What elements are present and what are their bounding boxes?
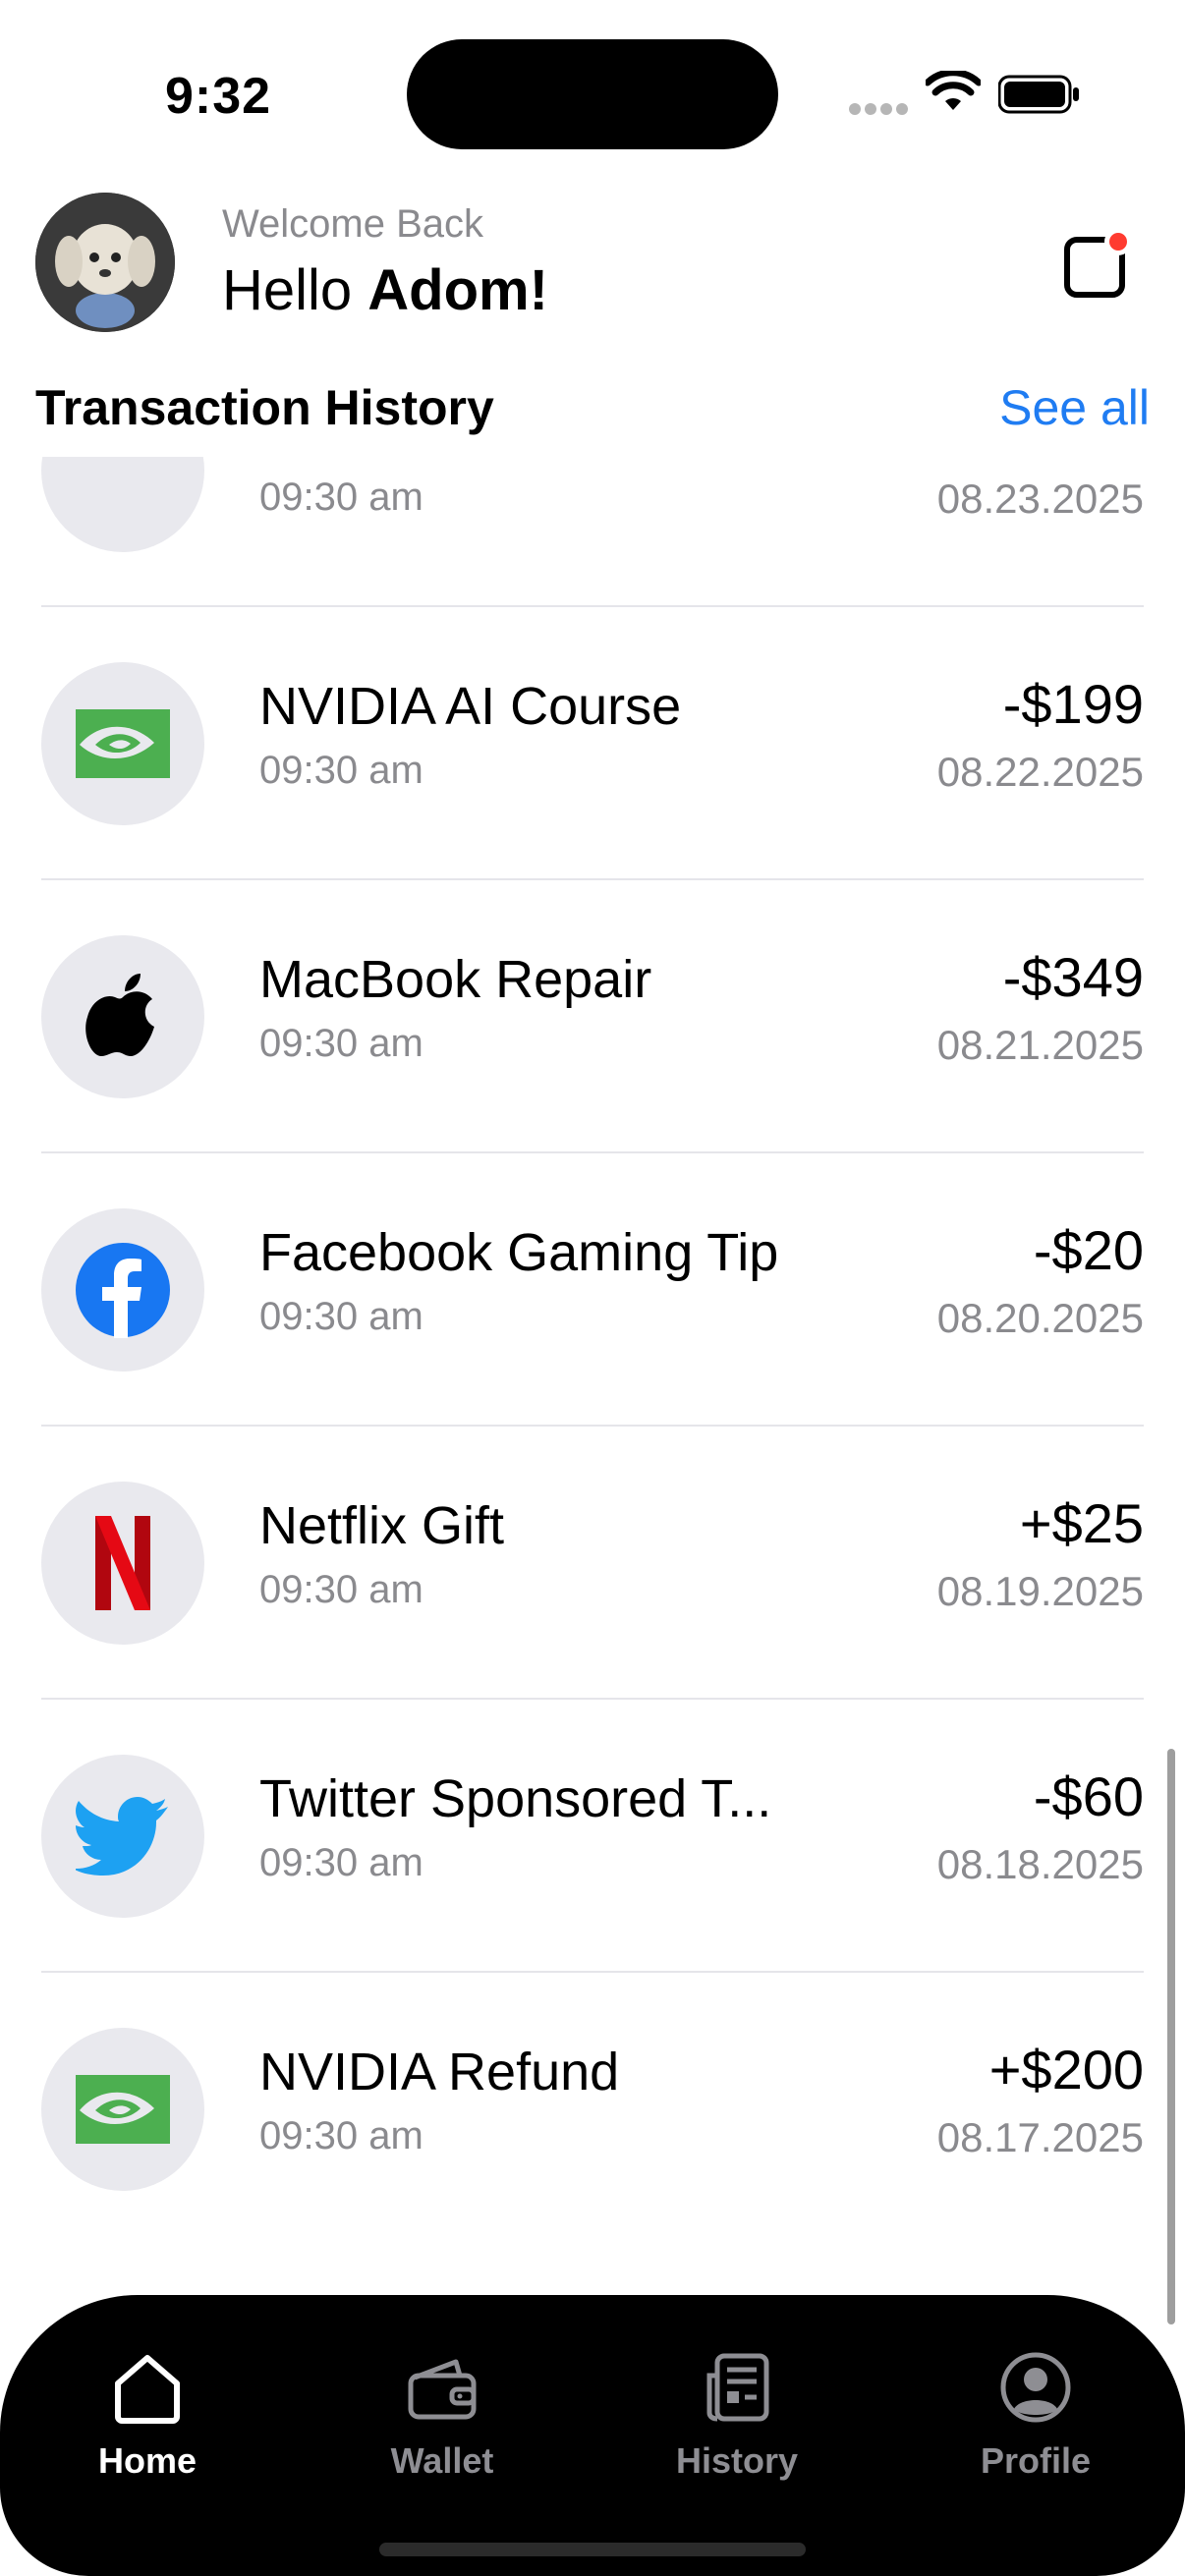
transaction-date: 08.23.2025 <box>936 476 1144 522</box>
transaction-amount: +$200 <box>988 2039 1144 2100</box>
transaction-amount: -$199 <box>1002 673 1144 735</box>
transaction-title: MacBook Repair <box>259 950 652 1009</box>
dynamic-island <box>407 39 778 149</box>
transaction-row[interactable]: 09:30 am 08.23.2025 <box>41 457 1144 607</box>
transaction-date: 08.22.2025 <box>936 749 1144 795</box>
transaction-row[interactable]: Twitter Sponsored T... 09:30 am -$60 08.… <box>41 1700 1144 1973</box>
transaction-row[interactable]: Facebook Gaming Tip 09:30 am -$20 08.20.… <box>41 1153 1144 1427</box>
transaction-amount: -$60 <box>1033 1765 1144 1827</box>
scrollbar[interactable] <box>1167 1749 1175 2324</box>
facebook-icon <box>41 1208 204 1372</box>
apple-icon <box>41 935 204 1098</box>
user-name: Adom! <box>367 258 548 322</box>
transaction-date: 08.20.2025 <box>936 1295 1144 1341</box>
home-indicator <box>379 2543 806 2556</box>
transaction-amount: +$25 <box>1019 1492 1144 1554</box>
transaction-time: 09:30 am <box>259 476 423 519</box>
netflix-icon <box>41 1482 204 1645</box>
transaction-title: Twitter Sponsored T... <box>259 1769 772 1828</box>
transaction-row[interactable]: NVIDIA Refund 09:30 am +$200 08.17.2025 <box>41 1973 1144 2244</box>
notification-bell-icon[interactable] <box>1057 224 1136 303</box>
transaction-row[interactable]: NVIDIA AI Course 09:30 am -$199 08.22.20… <box>41 607 1144 880</box>
transaction-amount: -$349 <box>1002 946 1144 1008</box>
transaction-time: 09:30 am <box>259 1568 423 1611</box>
transaction-date: 08.21.2025 <box>936 1022 1144 1068</box>
welcome-text: Welcome Back <box>222 202 484 246</box>
history-icon <box>706 2353 769 2422</box>
transaction-time: 09:30 am <box>259 2114 423 2157</box>
tab-bar: Home Wallet History Profile <box>0 2295 1185 2576</box>
cellular-signal-icon <box>849 102 912 120</box>
tab-history[interactable]: History <box>629 2348 845 2482</box>
tab-label: History <box>675 2440 799 2481</box>
status-time: 9:32 <box>165 68 272 125</box>
see-all-link[interactable]: See all <box>999 379 1150 436</box>
transaction-date: 08.19.2025 <box>936 1568 1144 1614</box>
avatar[interactable] <box>35 193 175 332</box>
nvidia-icon <box>41 662 204 825</box>
transaction-time: 09:30 am <box>259 749 423 792</box>
transaction-title: NVIDIA AI Course <box>259 677 682 736</box>
transaction-row[interactable]: Netflix Gift 09:30 am +$25 08.19.2025 <box>41 1427 1144 1700</box>
transaction-date: 08.18.2025 <box>936 1841 1144 1887</box>
transaction-title: NVIDIA Refund <box>259 2043 620 2101</box>
tab-wallet[interactable]: Wallet <box>334 2348 550 2482</box>
section-title: Transaction History <box>35 380 494 435</box>
wifi-icon <box>926 71 981 110</box>
partial-hidden-icon <box>41 457 204 552</box>
tab-label: Wallet <box>390 2440 494 2481</box>
transaction-time: 09:30 am <box>259 1295 423 1338</box>
transaction-time: 09:30 am <box>259 1022 423 1065</box>
transaction-title: Netflix Gift <box>259 1496 505 1555</box>
transaction-list[interactable]: 09:30 am 08.23.2025 NVIDIA AI Course 09:… <box>0 457 1185 2304</box>
transaction-title: Facebook Gaming Tip <box>259 1223 779 1282</box>
transaction-amount: -$20 <box>1033 1219 1144 1281</box>
greeting-text: Hello Adom! <box>222 257 548 323</box>
tab-label: Home <box>97 2440 198 2481</box>
profile-icon <box>1000 2352 1071 2423</box>
tab-label: Profile <box>980 2440 1092 2481</box>
avatar-image <box>35 193 175 332</box>
tab-home[interactable]: Home <box>39 2348 255 2482</box>
twitter-icon <box>41 1755 204 1918</box>
wallet-icon <box>408 2359 477 2420</box>
home-icon <box>115 2355 180 2424</box>
transaction-date: 08.17.2025 <box>936 2114 1144 2160</box>
battery-icon <box>998 75 1079 114</box>
transaction-row[interactable]: MacBook Repair 09:30 am -$349 08.21.2025 <box>41 880 1144 1153</box>
transaction-time: 09:30 am <box>259 1841 423 1884</box>
status-bar: 9:32 <box>0 0 1185 187</box>
greeting-prefix: Hello <box>222 258 368 322</box>
tab-profile[interactable]: Profile <box>928 2348 1144 2482</box>
nvidia-icon <box>41 2028 204 2191</box>
